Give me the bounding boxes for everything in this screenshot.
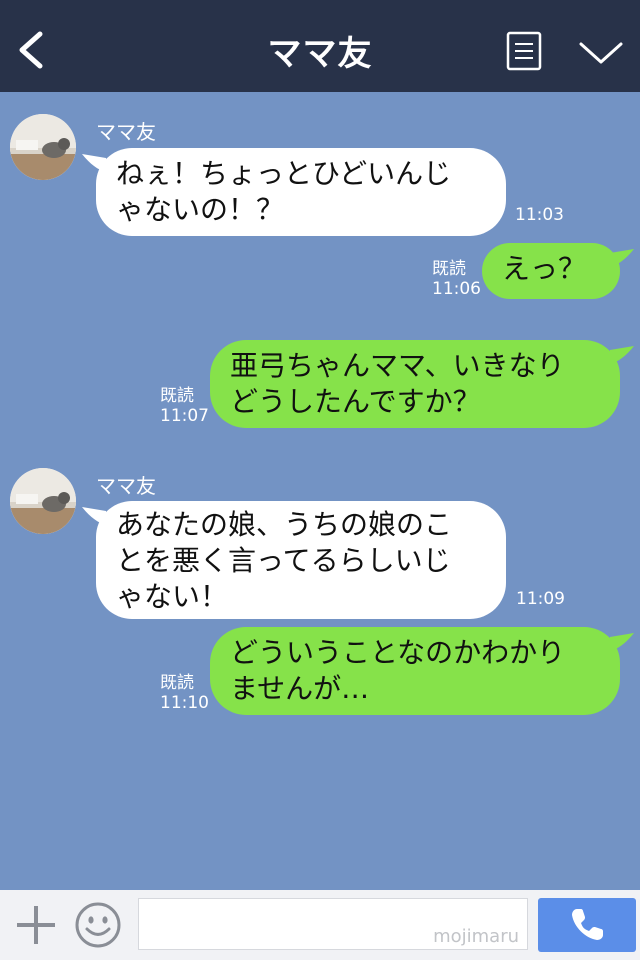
read-receipt: 既読 11:10	[160, 673, 209, 713]
watermark: mojimaru	[433, 926, 519, 947]
message-list[interactable]: ママ友 ねぇ！ちょっとひどいんじ ゃないの！？ 11:03 既読 11:06 え…	[0, 92, 640, 890]
message-line: どうしたんですか？	[230, 385, 481, 418]
message-bubble-incoming[interactable]: あなたの娘、うちの娘のこ とを悪く言ってるらしいじ ゃない！	[82, 501, 506, 619]
timestamp: 11:03	[515, 205, 564, 225]
bubble-tail	[82, 154, 106, 172]
message-line: どういうことなのかわかり	[230, 636, 566, 669]
avatar[interactable]	[10, 114, 76, 180]
timestamp: 11:06	[432, 279, 481, 299]
message-input[interactable]: mojimaru	[138, 898, 528, 950]
message-line: ゃないの！？	[116, 193, 285, 226]
phone-icon	[572, 909, 603, 940]
read-receipt: 既読 11:06	[432, 259, 481, 299]
chat-header: ママ友	[0, 0, 640, 92]
bubble-tail	[82, 507, 106, 525]
timestamp: 11:07	[160, 406, 209, 426]
timestamp: 11:10	[160, 693, 209, 713]
bubble-tail	[610, 346, 634, 364]
message-line: あなたの娘、うちの娘のこ	[116, 508, 453, 541]
message-bubble-outgoing[interactable]: えっ？	[482, 243, 634, 299]
read-receipt: 既読 11:07	[160, 386, 209, 426]
message-line: えっ？	[502, 252, 587, 285]
call-button[interactable]	[538, 898, 636, 952]
message-bubble-incoming[interactable]: ねぇ！ちょっとひどいんじ ゃないの！？	[82, 148, 506, 236]
input-bar: mojimaru	[0, 890, 640, 960]
cat-photo-icon	[10, 468, 76, 534]
list-icon[interactable]	[506, 31, 542, 71]
plus-icon[interactable]	[14, 903, 58, 947]
sender-name: ママ友	[96, 120, 156, 144]
message-line: とを悪く言ってるらしいじ	[116, 544, 451, 577]
cat-photo-icon	[10, 114, 76, 180]
sender-name: ママ友	[96, 474, 156, 498]
message-bubble-outgoing[interactable]: どういうことなのかわかり ませんが…	[210, 627, 634, 715]
message-line: ゃない！	[116, 580, 229, 613]
smiley-icon[interactable]	[74, 901, 122, 949]
message-line: ねぇ！ちょっとひどいんじ	[116, 157, 452, 190]
message-line: ませんが…	[230, 672, 370, 705]
avatar[interactable]	[10, 468, 76, 534]
bubble-tail	[610, 633, 634, 651]
read-label: 既読	[160, 673, 194, 693]
chat-title: ママ友	[267, 34, 373, 74]
timestamp: 11:09	[516, 589, 565, 609]
message-line: 亜弓ちゃんママ、いきなり	[230, 349, 565, 382]
message-bubble-outgoing[interactable]: 亜弓ちゃんママ、いきなり どうしたんですか？	[210, 340, 634, 428]
bubble-tail	[610, 249, 634, 267]
read-label: 既読	[432, 259, 466, 279]
read-label: 既読	[160, 386, 194, 406]
chevron-down-icon[interactable]	[578, 38, 624, 68]
